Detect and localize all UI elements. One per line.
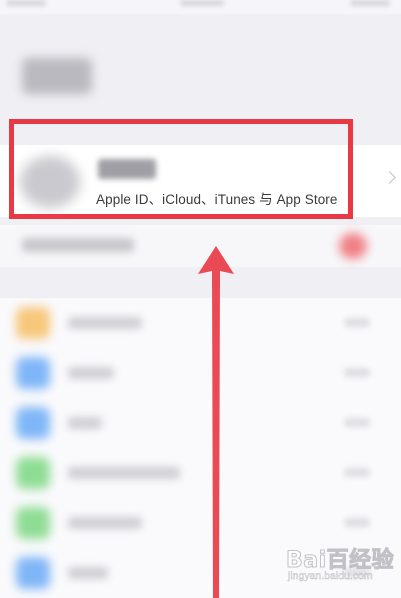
profile-name: [98, 159, 156, 179]
status-bar-battery: [350, 0, 390, 6]
settings-row-value: [344, 418, 370, 427]
apple-id-profile-cell[interactable]: Apple ID、iCloud、iTunes 与 App Store: [0, 145, 401, 217]
suggestion-label: [22, 238, 134, 252]
settings-row-label: [68, 467, 180, 479]
settings-row-icon: [16, 357, 50, 389]
settings-row-value: [344, 318, 370, 327]
page-title: [22, 58, 92, 94]
arrow-up-icon: [198, 246, 234, 598]
settings-row-label: [68, 417, 102, 429]
watermark: Bai百经验 jingyan.baidu.com: [285, 540, 396, 592]
notification-badge: [339, 233, 367, 259]
settings-row-label: [68, 517, 142, 529]
settings-row-value: [344, 368, 370, 377]
settings-row-value: [344, 468, 370, 477]
status-bar-carrier: [6, 0, 46, 6]
watermark-url: jingyan.baidu.com: [288, 570, 373, 582]
chevron-right-icon: [383, 171, 396, 184]
status-bar-time: [180, 0, 224, 6]
settings-row-icon: [16, 407, 50, 439]
avatar-icon: [20, 156, 80, 208]
settings-row-label: [68, 567, 108, 579]
profile-subtitle: Apple ID、iCloud、iTunes 与 App Store: [96, 192, 338, 207]
settings-row-icon: [16, 557, 50, 589]
status-bar: [0, 0, 401, 14]
settings-row-label: [68, 367, 114, 379]
settings-row-icon: [16, 507, 50, 539]
settings-row-value: [344, 518, 370, 527]
settings-row-label: [68, 317, 142, 329]
settings-row-icon: [16, 457, 50, 489]
settings-screen: Apple ID、iCloud、iTunes 与 App Store Bai百经…: [0, 0, 401, 598]
settings-row-icon: [16, 307, 50, 339]
